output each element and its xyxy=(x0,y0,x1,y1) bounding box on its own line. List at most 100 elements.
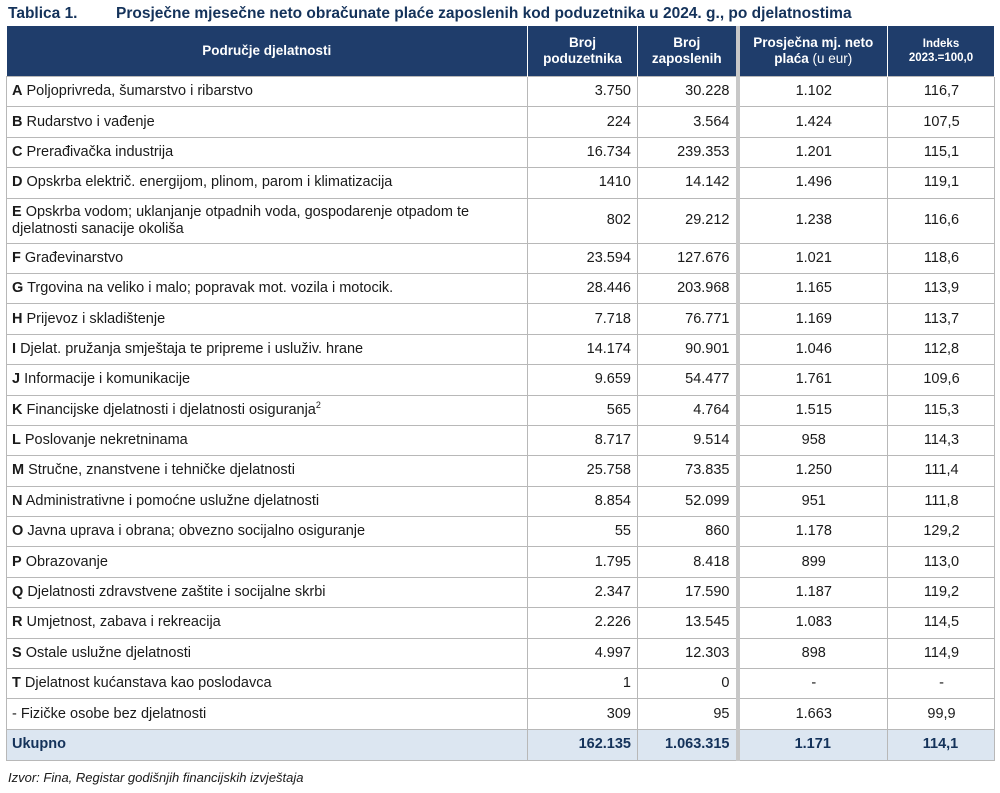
activity-cell: B Rudarstvo i vađenje xyxy=(6,106,528,138)
table-row: G Trgovina na veliko i malo; popravak mo… xyxy=(6,272,995,305)
enterprises-cell: 8.854 xyxy=(527,485,638,518)
employees-cell: 52.099 xyxy=(637,485,738,518)
activity-name: Opskrba vodom; uklanjanje otpadnih voda,… xyxy=(12,203,470,237)
avg-wage-cell: 1.761 xyxy=(735,364,888,396)
employees-cell: 9.514 xyxy=(637,424,738,457)
enterprises-cell: 16.734 xyxy=(527,136,638,169)
employees-cell: 90.901 xyxy=(637,333,738,366)
avg-wage-cell: 1.663 xyxy=(735,698,888,730)
enterprises-cell: 25.758 xyxy=(527,455,638,487)
index-cell: 119,1 xyxy=(887,167,995,199)
avg-wage-cell: 1.424 xyxy=(735,106,888,138)
total-label: Ukupno xyxy=(6,728,528,761)
activity-name: Poslovanje nekretninama xyxy=(24,432,188,449)
avg-wage-cell: 1.021 xyxy=(735,242,888,274)
index-cell: 113,9 xyxy=(887,272,995,305)
enterprises-cell: 7.718 xyxy=(527,303,638,335)
activity-name: Trgovina na veliko i malo; popravak mot.… xyxy=(27,280,394,297)
activity-name: Poljoprivreda, šumarstvo i ribarstvo xyxy=(26,83,253,100)
activity-code: I xyxy=(12,340,17,357)
index-cell: 116,6 xyxy=(887,197,995,244)
avg-wage-cell: 1.496 xyxy=(735,167,888,199)
employees-cell: 54.477 xyxy=(637,364,738,396)
avg-wage-cell: 1.102 xyxy=(735,75,888,108)
activity-name: Financijske djelatnosti i djelatnosti os… xyxy=(26,401,316,418)
activity-cell: - Fizičke osobe bez djelatnosti xyxy=(6,698,528,730)
employees-cell: 3.564 xyxy=(637,106,738,138)
enterprises-cell: 309 xyxy=(527,698,638,730)
table-row: T Djelatnost kućanstava kao poslodavca 1 0… xyxy=(6,668,995,700)
activity-cell: R Umjetnost, zabava i rekreacija xyxy=(6,607,528,639)
activity-code: J xyxy=(12,371,21,388)
employees-cell: 860 xyxy=(637,516,738,548)
activity-cell: O Javna uprava i obrana; obvezno socijal… xyxy=(6,516,528,548)
enterprises-cell: 2.347 xyxy=(527,576,638,609)
activity-name: Javna uprava i obrana; obvezno socijalno… xyxy=(27,523,366,540)
activity-code: H xyxy=(12,310,23,327)
activity-cell: M Stručne, znanstvene i tehničke djelatn… xyxy=(6,455,528,487)
avg-wage-cell: 1.083 xyxy=(735,607,888,639)
activity-name: Djelatnost kućanstava kao poslodavca xyxy=(24,675,272,692)
index-cell: 111,4 xyxy=(887,455,995,487)
activity-name: Ostale uslužne djelatnosti xyxy=(25,644,191,661)
enterprises-cell: 55 xyxy=(527,516,638,548)
enterprises-cell: 9.659 xyxy=(527,364,638,396)
index-cell: 118,6 xyxy=(887,242,995,274)
enterprises-cell: 1410 xyxy=(527,167,638,199)
table-row: F Građevinarstvo 23.594 127.676 1.021 118,6 xyxy=(6,242,995,274)
index-cell: 99,9 xyxy=(887,698,995,730)
wages-table: Područje djelatnosti Broj poduzetnika Bro… xyxy=(6,26,995,761)
employees-cell: 29.212 xyxy=(637,197,738,244)
enterprises-cell: 14.174 xyxy=(527,333,638,366)
activity-code: E xyxy=(12,203,22,220)
table-row: Q Djelatnosti zdravstvene zaštite i soci… xyxy=(6,576,995,609)
avg-wage-cell: 958 xyxy=(735,424,888,457)
activity-code: N xyxy=(12,492,23,509)
total-avg-wage: 1.171 xyxy=(735,728,888,761)
activity-name: Djelat. pružanja smještaja te pripreme i… xyxy=(20,340,364,357)
activity-cell: D Opskrba električ. energijom, plinom, p… xyxy=(6,167,528,199)
activity-cell: I Djelat. pružanja smještaja te pripreme… xyxy=(6,333,528,366)
total-employees: 1.063.315 xyxy=(637,728,738,761)
activity-cell: L Poslovanje nekretninama xyxy=(6,424,528,457)
index-cell: 119,2 xyxy=(887,576,995,609)
avg-wage-cell: 1.250 xyxy=(735,455,888,487)
table-title: Tablica 1. Prosječne mjesečne neto obrač… xyxy=(8,2,998,26)
enterprises-cell: 28.446 xyxy=(527,272,638,305)
table-row: R Umjetnost, zabava i rekreacija 2.226 13.… xyxy=(6,607,995,639)
activity-code: G xyxy=(12,280,24,297)
activity-name: Građevinarstvo xyxy=(24,249,124,266)
activity-name: Prerađivačka industrija xyxy=(26,143,174,160)
index-cell: 114,3 xyxy=(887,424,995,457)
header-employees: Broj zaposlenih xyxy=(637,26,738,77)
table-row: E Opskrba vodom; uklanjanje otpadnih vod… xyxy=(6,197,995,244)
employees-cell: 4.764 xyxy=(637,394,738,426)
employees-cell: 0 xyxy=(637,668,738,700)
activity-cell: E Opskrba vodom; uklanjanje otpadnih vod… xyxy=(6,197,528,244)
activity-code: O xyxy=(12,523,24,540)
index-cell: 115,1 xyxy=(887,136,995,169)
avg-wage-cell: 1.201 xyxy=(735,136,888,169)
index-cell: - xyxy=(887,668,995,700)
activity-cell: C Prerađivačka industrija xyxy=(6,136,528,169)
index-cell: 113,0 xyxy=(887,546,995,578)
activity-cell: G Trgovina na veliko i malo; popravak mo… xyxy=(6,272,528,305)
employees-cell: 203.968 xyxy=(637,272,738,305)
activity-code: K xyxy=(12,401,23,418)
index-cell: 116,7 xyxy=(887,75,995,108)
enterprises-cell: 2.226 xyxy=(527,607,638,639)
table-header-row: Područje djelatnosti Broj poduzetnika Bro… xyxy=(6,26,995,77)
activity-name: Stručne, znanstvene i tehničke djelatnos… xyxy=(28,462,295,479)
activity-code: P xyxy=(12,553,22,570)
activity-cell: A Poljoprivreda, šumarstvo i ribarstvo xyxy=(6,75,528,108)
activity-name: Djelatnosti zdravstvene zaštite i socija… xyxy=(27,584,326,601)
activity-code: L xyxy=(12,432,21,449)
index-cell: 107,5 xyxy=(887,106,995,138)
employees-cell: 76.771 xyxy=(637,303,738,335)
employees-cell: 14.142 xyxy=(637,167,738,199)
activity-name: Informacije i komunikacije xyxy=(24,371,191,388)
table-row: D Opskrba električ. energijom, plinom, p… xyxy=(6,167,995,199)
activity-code: Q xyxy=(12,584,24,601)
table-row: - Fizičke osobe bez djelatnosti 309 95 1.66… xyxy=(6,698,995,730)
source-note: Izvor: Fina, Registar godišnjih financij… xyxy=(8,770,304,785)
